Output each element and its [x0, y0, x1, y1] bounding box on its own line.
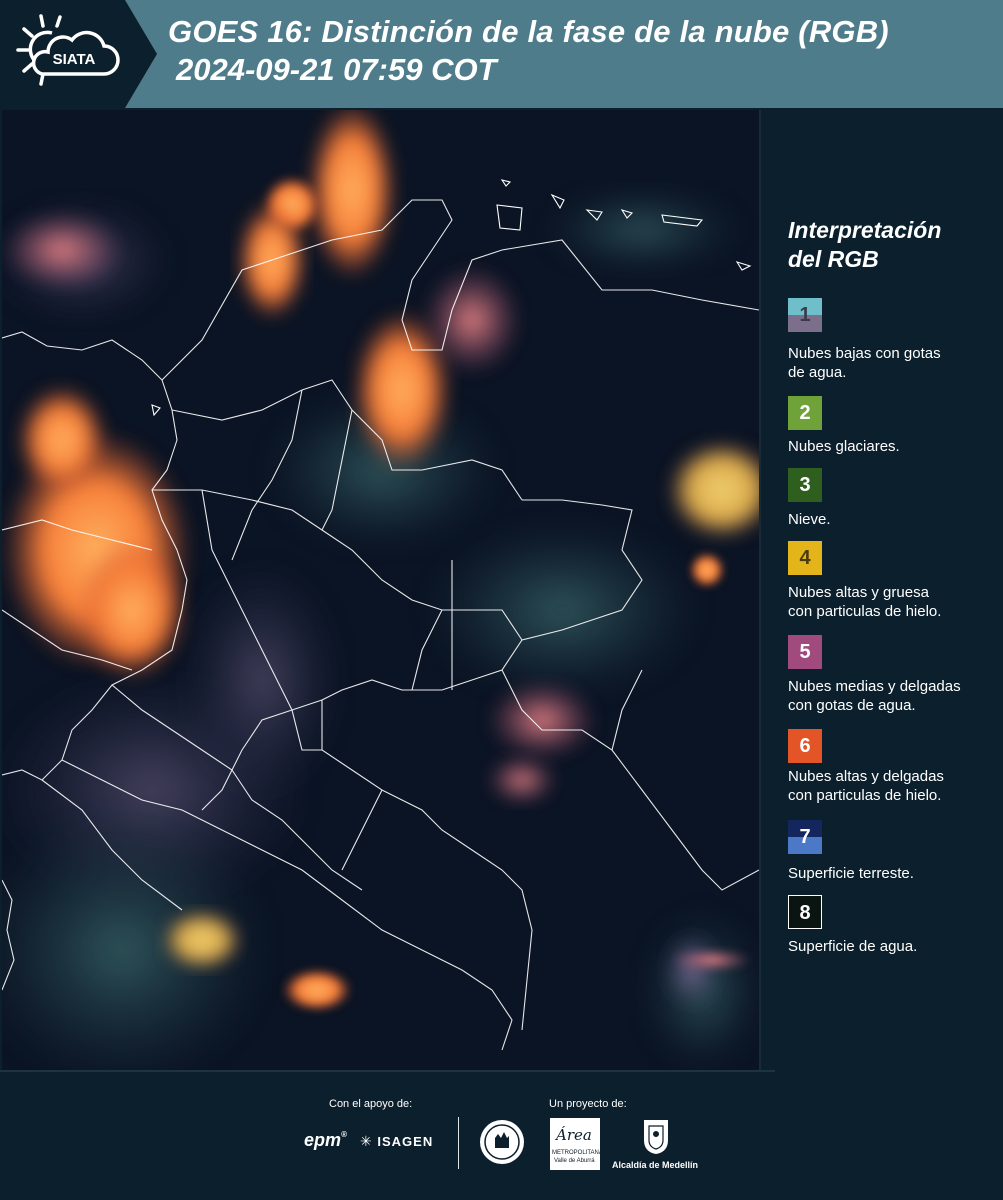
legend-label-line2: de agua.	[788, 364, 847, 381]
legend-swatch-7: 7	[788, 820, 822, 854]
legend-title-line2: del RGB	[788, 246, 879, 272]
logo-panel: SIATA	[0, 0, 125, 108]
legend-number: 1	[799, 304, 811, 326]
area-metropolitana-logo: Área METROPOLITANA Valle de Aburrá	[550, 1118, 603, 1170]
legend-label-line1: Superficie de agua.	[788, 938, 918, 955]
legend-number: 2	[799, 402, 811, 424]
page-timestamp: 2024-09-21 07:59 COT	[176, 52, 497, 87]
legend-label-7: Superficie terreste.	[788, 864, 993, 883]
legend-number: 4	[799, 547, 811, 569]
support-label: Con el apoyo de:	[329, 1098, 413, 1110]
satellite-image	[2, 110, 759, 1070]
legend-number: 5	[799, 641, 811, 663]
legend-label-5: Nubes medias y delgadas con gotas de agua…	[788, 677, 993, 715]
legend-swatch-5: 5	[788, 635, 822, 669]
legend-number: 6	[799, 735, 811, 757]
footer-divider	[458, 1117, 459, 1169]
legend-label-line2: con particulas de hielo.	[788, 603, 942, 620]
page-title: GOES 16: Distinción de la fase de la nub…	[168, 14, 889, 49]
map-edge-right	[759, 110, 761, 1070]
legend-label-1: Nubes bajas con gotas de agua.	[788, 344, 993, 382]
isagen-logo: ✳ ISAGEN	[360, 1133, 433, 1150]
logo-chevron	[125, 0, 157, 108]
legend-title: Interpretación del RGB	[788, 216, 998, 274]
legend-label-line1: Nubes bajas con gotas	[788, 345, 941, 362]
legend-label-line1: Superficie terreste.	[788, 865, 914, 882]
map-edge-bottom	[0, 1070, 775, 1072]
isagen-text: ISAGEN	[377, 1134, 434, 1149]
legend-label-line1: Nubes glaciares.	[788, 438, 900, 455]
legend-number: 8	[799, 902, 811, 924]
legend-number: 7	[799, 826, 811, 848]
legend-label-2: Nubes glaciares.	[788, 437, 993, 456]
legend-swatch-3: 3	[788, 468, 822, 502]
epm-text: epm	[304, 1130, 342, 1150]
legend-label-line1: Nubes altas y gruesa	[788, 584, 929, 601]
legend-label-line1: Nubes medias y delgadas	[788, 678, 961, 695]
legend-label-line2: con particulas de hielo.	[788, 787, 942, 804]
satellite-map	[2, 110, 759, 1070]
project-label: Un proyecto de:	[549, 1098, 627, 1110]
siata-logo-icon: SIATA	[16, 14, 120, 86]
area-line1: METROPOLITANA	[552, 1150, 603, 1156]
legend-label-6: Nubes altas y delgadas con particulas de …	[788, 767, 993, 805]
legend-label-line1: Nieve.	[788, 511, 831, 528]
isagen-mark-icon: ✳	[360, 1133, 373, 1149]
medellin-crest-icon	[642, 1118, 670, 1156]
legend-label-line2: con gotas de agua.	[788, 697, 916, 714]
area-line2: Valle de Aburrá	[554, 1158, 595, 1164]
metropolitan-seal-icon	[478, 1118, 526, 1166]
legend-title-line1: Interpretación	[788, 217, 942, 243]
alcaldia-text: Alcaldía de Medellín	[612, 1160, 699, 1170]
legend-swatch-6: 6	[788, 729, 822, 763]
legend-label-4: Nubes altas y gruesa con particulas de hi…	[788, 583, 993, 621]
legend-swatch-4: 4	[788, 541, 822, 575]
legend-number: 3	[799, 474, 811, 496]
legend-label-line1: Nubes altas y delgadas	[788, 768, 944, 785]
logo-text: SIATA	[53, 51, 96, 68]
legend-swatch-2: 2	[788, 396, 822, 430]
area-script: Área	[556, 1126, 592, 1144]
legend-label-3: Nieve.	[788, 510, 993, 529]
legend-swatch-8: 8	[788, 895, 822, 929]
legend-swatch-1: 1	[788, 298, 822, 332]
epm-logo: epm®	[304, 1130, 347, 1150]
legend-label-8: Superficie de agua.	[788, 937, 993, 956]
